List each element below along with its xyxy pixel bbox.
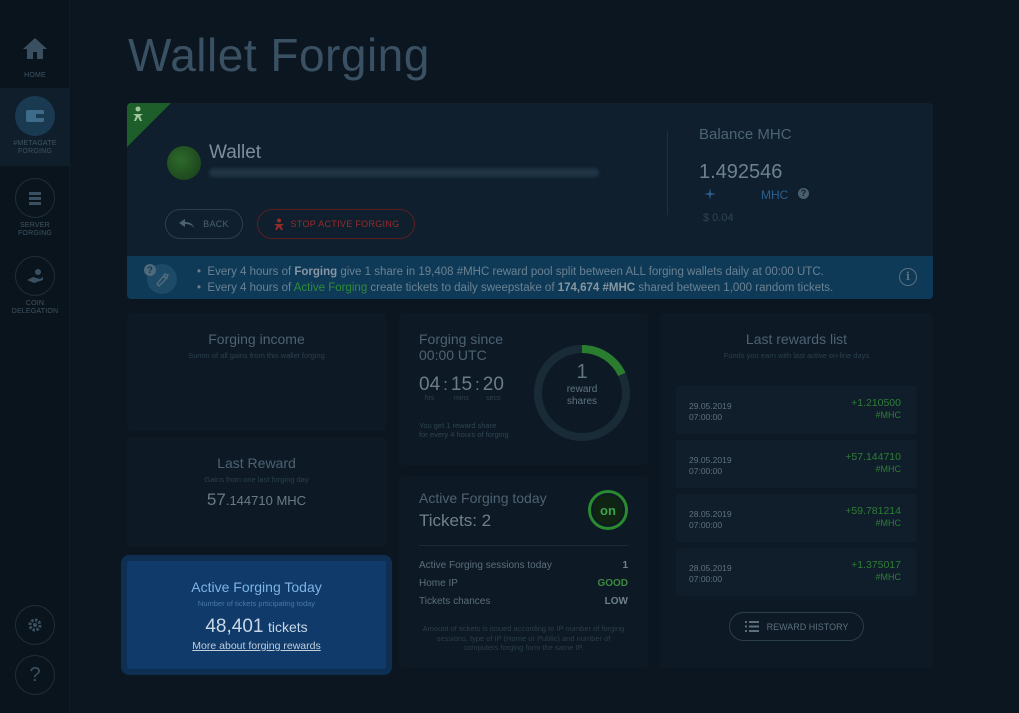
forging-timer: 04 hrs : 15 mins : 20 secs — [419, 374, 504, 403]
list-item: 28.05.2019 07:00:00 +59.781214 #MHC — [676, 494, 917, 542]
avatar — [167, 146, 201, 180]
forging-status-badge: on — [588, 490, 628, 530]
info-text: • Every 4 hours of Forging give 1 share … — [197, 264, 833, 296]
stat-row: Tickets chances LOW — [419, 596, 628, 607]
stop-active-forging-button[interactable]: STOP ACTIVE FORGING — [257, 209, 415, 239]
info-line-2: • Every 4 hours of Active Forging create… — [197, 282, 834, 294]
panel-title: Last Reward — [217, 455, 296, 471]
list-item: 28.05.2019 07:00:00 +1.375017 #MHC — [676, 548, 917, 596]
forging-person-icon — [131, 106, 145, 127]
tickets-note: Amount of tickets is issued according to… — [422, 624, 625, 652]
tickets-value: 48,401 tickets — [205, 616, 308, 637]
sidebar-item-label: SERVER FORGING — [17, 222, 53, 237]
panel-title: Active Forging Today — [191, 579, 322, 595]
panel-subtitle: Number of tickets prticipating today — [197, 599, 316, 608]
divider — [419, 545, 628, 546]
sidebar-item-metagate-forging[interactable]: #METAGATE FORGING — [0, 88, 70, 166]
reward-history-button[interactable]: REWARD HISTORY — [729, 612, 864, 641]
panel-subtitle: Summ of all gains from this wallet forgi… — [188, 351, 325, 360]
back-arrow-icon — [179, 219, 195, 228]
active-forging-today-panel: Active Forging Today Number of tickets p… — [121, 555, 392, 675]
divider — [667, 131, 668, 215]
stat-row: Home IP GOOD — [419, 578, 628, 589]
gear-icon — [15, 605, 55, 645]
forging-note: You get 1 reward share for every 4 hours… — [419, 421, 509, 439]
tickets-count: Tickets: 2 — [419, 511, 492, 530]
help-button[interactable]: ? — [0, 655, 70, 695]
forging-rewards-link[interactable]: More about forging rewards — [127, 640, 386, 652]
delegation-icon — [15, 256, 55, 296]
mhc-coin-icon — [704, 187, 716, 205]
timer-secs: 20 — [482, 374, 504, 395]
settings-button[interactable] — [0, 605, 70, 645]
wallet-name: Wallet — [209, 142, 262, 163]
balance-title: Balance MHC — [699, 126, 792, 143]
back-button[interactable]: BACK — [165, 209, 243, 239]
balance-unit: MHC — [761, 188, 789, 202]
panel-subtitle: Funds you earn with last active on-line … — [723, 351, 870, 360]
sidebar-item-server-forging[interactable]: SERVER FORGING — [0, 178, 70, 238]
reward-shares-label: 1 reward shares — [566, 361, 598, 407]
help-icon: ? — [15, 655, 55, 695]
forging-since-panel: Forging since 00:00 UTC 04 hrs : 15 mins :… — [399, 313, 648, 465]
active-forging-details-panel: Active Forging today Tickets: 2 on Activ… — [399, 476, 648, 668]
list-icon — [744, 621, 759, 632]
sidebar-item-label: COIN DELEGATION — [11, 300, 59, 315]
panel-title: Forging income — [208, 331, 305, 347]
stat-row: Active Forging sessions today 1 — [419, 560, 628, 571]
info-line-1: • Every 4 hours of Forging give 1 share … — [197, 266, 824, 278]
balance-help-icon[interactable]: ? — [798, 188, 809, 199]
wallet-card: Wallet BACK STOP ACTIVE FORGING Balance … — [127, 103, 933, 299]
info-band: ? • Every 4 hours of Forging give 1 shar… — [127, 256, 933, 299]
home-icon — [15, 28, 55, 68]
back-label: BACK — [203, 219, 229, 229]
sidebar-item-home[interactable]: HOME — [0, 28, 70, 80]
forging-since-title: Forging since 00:00 UTC — [419, 331, 504, 363]
panel-subtitle: Gains from one last forging day — [204, 475, 309, 484]
balance-usd: $ 0.04 — [703, 212, 734, 224]
forging-person-icon — [273, 218, 284, 230]
rewards-list-panel: Last rewards list Funds you earn with la… — [660, 313, 933, 668]
panel-title: Active Forging today — [419, 490, 547, 506]
forging-income-panel: Forging income Summ of all gains from th… — [127, 313, 386, 431]
list-item: 29.05.2019 07:00:00 +1.210500 #MHC — [676, 386, 917, 434]
last-reward-value: 57.144710 MHC — [206, 490, 307, 509]
page-title: Wallet Forging — [128, 29, 430, 81]
sidebar-item-label: #METAGATE FORGING — [13, 140, 57, 155]
last-reward-panel: Last Reward Gains from one last forging … — [127, 437, 386, 547]
balance-value: 1.492546 — [699, 161, 783, 183]
sidebar-item-coin-delegation[interactable]: COIN DELEGATION — [0, 256, 70, 316]
timer-hours: 04 — [419, 374, 441, 395]
sidebar-item-label: HOME — [24, 72, 46, 79]
wallet-address-blurred — [209, 168, 599, 177]
wallet-icon — [15, 96, 55, 136]
timer-mins: 15 — [450, 374, 473, 395]
stop-label: STOP ACTIVE FORGING — [290, 219, 400, 229]
help-icon: ? — [144, 264, 156, 276]
server-icon — [15, 178, 55, 218]
panel-title: Last rewards list — [745, 331, 848, 347]
list-item: 29.05.2019 07:00:00 +57.144710 #MHC — [676, 440, 917, 488]
info-icon[interactable]: i — [899, 268, 917, 286]
sidebar: HOME #METAGATE FORGING SERVER FORGING CO… — [0, 0, 70, 713]
